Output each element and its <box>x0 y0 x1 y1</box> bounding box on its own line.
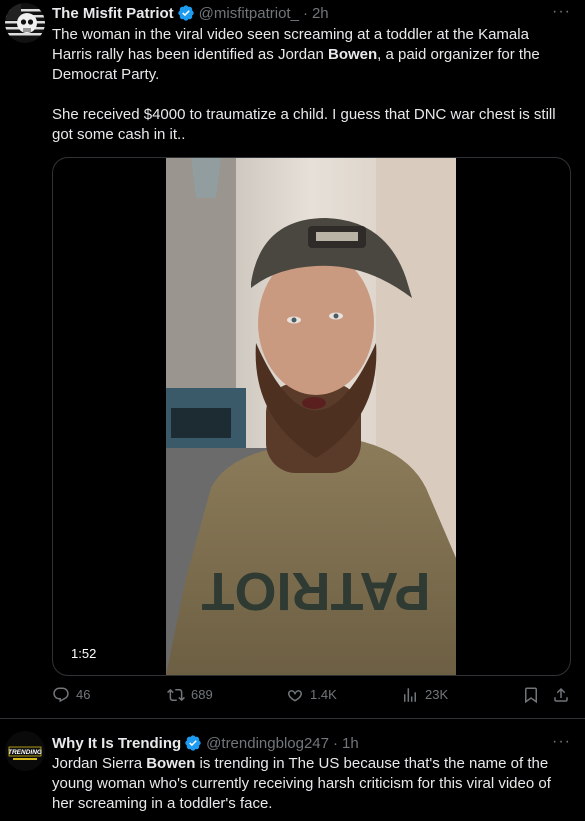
tweet-text-bold: Bowen <box>327 46 378 63</box>
tweet-2-header: Why It Is Trending @trendingblog247 · 1h <box>52 732 359 754</box>
verified-badge-icon <box>177 4 195 22</box>
tweet-text-part: Jordan Sierra <box>52 755 147 772</box>
timestamp[interactable]: 2h <box>312 5 329 22</box>
bookmark-button[interactable] <box>522 686 546 704</box>
display-name[interactable]: The Misfit Patriot <box>52 5 174 22</box>
views-icon <box>404 688 416 702</box>
tweet-1[interactable]: The Misfit Patriot @misfitpatriot_ · 2h … <box>0 0 585 719</box>
avatar-flag-skull-icon <box>5 3 45 43</box>
more-options-button[interactable]: ··· <box>552 3 571 21</box>
separator: · <box>302 4 308 22</box>
tweet-1-actions: 46 689 1.4K 23K <box>52 686 572 708</box>
like-icon <box>288 690 302 702</box>
display-name[interactable]: Why It Is Trending <box>52 735 181 752</box>
tweet-2-text: Jordan Sierra Bowen is trending in The U… <box>52 754 568 814</box>
share-icon <box>554 687 568 702</box>
separator: · <box>333 734 338 752</box>
tweet-text-paragraph-2: She received $4000 to traumatize a child… <box>52 106 556 143</box>
video-frame[interactable]: PATRIOT <box>166 158 456 675</box>
tweet-1-text: The woman in the viral video seen scream… <box>52 25 568 145</box>
views-button[interactable]: 23K <box>401 686 448 704</box>
avatar-trending-logo-icon: TRENDING <box>5 731 45 771</box>
video-duration: 1:52 <box>65 644 103 663</box>
shirt-print: PATRIOT <box>202 561 431 621</box>
avatar-logo-text: TRENDING <box>8 749 42 756</box>
views-count: 23K <box>425 687 449 702</box>
video-still-image: PATRIOT <box>166 158 456 675</box>
reply-count: 46 <box>76 687 91 702</box>
like-button[interactable]: 1.4K <box>286 686 337 704</box>
video-player[interactable]: PATRIOT 1:52 <box>52 157 571 676</box>
bookmark-icon <box>525 687 537 704</box>
tweet-2[interactable]: TRENDING Why It Is Trending @trendingblo… <box>0 719 585 821</box>
more-options-button[interactable]: ··· <box>552 733 571 751</box>
share-button[interactable] <box>552 686 576 704</box>
repost-count: 689 <box>191 687 213 702</box>
repost-button[interactable]: 689 <box>167 686 213 704</box>
avatar-misfit-patriot[interactable] <box>5 3 45 43</box>
avatar-why-it-is-trending[interactable]: TRENDING <box>5 731 45 771</box>
handle[interactable]: @trendingblog247 <box>206 735 329 752</box>
tweet-1-header: The Misfit Patriot @misfitpatriot_ · 2h <box>52 2 329 24</box>
repost-icon <box>167 688 185 702</box>
handle[interactable]: @misfitpatriot_ <box>199 5 299 22</box>
tweet-text-bold: Bowen <box>146 755 196 772</box>
reply-button[interactable]: 46 <box>52 686 90 704</box>
like-count: 1.4K <box>310 687 337 702</box>
verified-badge-icon <box>184 734 202 752</box>
timestamp[interactable]: 1h <box>342 735 359 752</box>
reply-icon <box>53 687 69 703</box>
